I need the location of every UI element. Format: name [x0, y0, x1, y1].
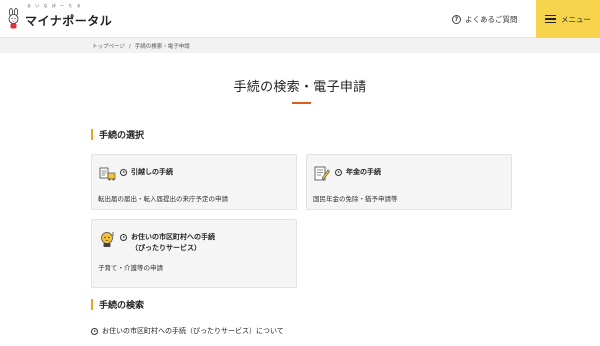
pittari-service-link-label: お住いの市区町村への手続（ぴったりサービス）について	[102, 327, 284, 335]
pension-icon	[314, 166, 330, 181]
card-moving-desc: 転出届の届出・転入届提出の来庁予定の申請	[98, 195, 228, 203]
circle-arrow-icon	[120, 169, 127, 176]
breadcrumb-item-current: 手続の検索・電子申請	[134, 44, 190, 50]
section-bar	[91, 128, 93, 140]
title-underline	[292, 102, 311, 104]
card-pension[interactable]: 年金の手続 国民年金の免除・猶予申請等	[306, 154, 512, 210]
section-heading-search: 手続の検索	[91, 298, 145, 311]
card-moving[interactable]: 引越しの手続 転出届の届出・転入届提出の来庁予定の申請	[91, 154, 297, 210]
card-pension-desc: 国民年金の免除・猶予申請等	[313, 195, 398, 203]
section-bar	[91, 298, 93, 310]
menu-label: メニュー	[561, 14, 591, 24]
breadcrumb-separator: /	[128, 44, 131, 50]
hamburger-icon	[545, 15, 556, 23]
card-pension-title: 年金の手続	[335, 167, 381, 178]
faq-link[interactable]: ? よくあるご質問	[452, 13, 518, 25]
page-title: 手続の検索・電子申請	[233, 80, 367, 95]
breadcrumb: トップページ / 手続の検索・電子申請	[0, 38, 600, 53]
site-logo[interactable]: ま い な ぽ ー た る マイナポータル	[6, 3, 113, 31]
circle-arrow-icon	[335, 169, 342, 176]
mascot-logo-icon	[8, 8, 19, 29]
card-moving-title: 引越しの手続	[120, 167, 173, 178]
section-heading-search-label: 手続の検索	[99, 300, 145, 311]
pittari-service-link[interactable]: お住いの市区町村への手続（ぴったりサービス）について	[91, 326, 284, 336]
section-heading-select-label: 手続の選択	[99, 130, 145, 141]
section-heading-select: 手続の選択	[91, 128, 145, 141]
logo-ruby-text: ま い な ぽ ー た る	[27, 2, 83, 8]
card-pittari-title-sub: （ぴったりサービス）	[131, 244, 201, 252]
circle-arrow-icon	[120, 234, 127, 241]
circle-arrow-icon	[91, 327, 98, 335]
moving-icon	[99, 167, 116, 181]
card-pension-title-label: 年金の手続	[346, 168, 381, 176]
card-pittari-desc: 子育て・介護等の申請	[98, 264, 163, 272]
card-moving-title-label: 引越しの手続	[131, 168, 173, 176]
card-pittari-title: お住いの市区町村への手続 （ぴったりサービス）	[120, 232, 215, 254]
card-pittari[interactable]: お住いの市区町村への手続 （ぴったりサービス） 子育て・介護等の申請	[91, 219, 297, 288]
card-pittari-title-label: お住いの市区町村への手続	[131, 233, 215, 241]
question-circle-icon: ?	[452, 14, 461, 24]
mascot-icon	[101, 232, 114, 247]
breadcrumb-item-top[interactable]: トップページ	[92, 44, 125, 50]
site-header: ま い な ぽ ー た る マイナポータル ? よくあるご質問 メニュー	[0, 0, 600, 38]
logo-text: マイナポータル	[25, 13, 113, 28]
menu-button[interactable]: メニュー	[536, 0, 600, 38]
faq-label: よくあるご質問	[465, 14, 518, 24]
